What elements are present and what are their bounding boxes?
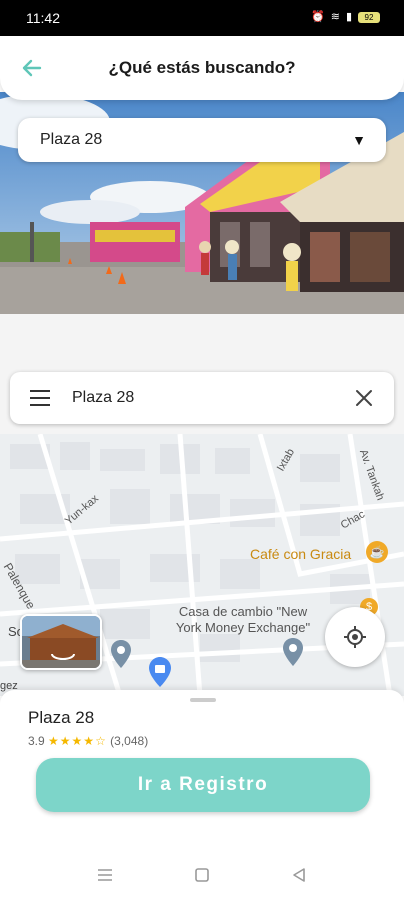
wifi-icon: ≋ [330,11,346,23]
status-time: 11:42 [26,10,60,26]
crosshair-icon [344,626,366,648]
go-to-registration-button[interactable]: Ir a Registro [36,758,370,812]
back-nav-icon[interactable] [290,866,308,884]
my-location-button[interactable] [325,607,385,667]
map-search-bar[interactable]: Plaza 28 [10,372,394,424]
rating-value: 3.9 [28,734,45,748]
status-icons: ⏰≋▮ 92 [311,10,380,23]
cta-area: Ir a Registro [0,750,404,850]
poi-label-cafe[interactable]: Café con Gracia [250,546,351,562]
place-info-sheet[interactable]: Plaza 28 3.9 ★★★★☆ (3,048) [0,690,404,750]
menu-icon[interactable] [28,388,52,408]
place-rating: 3.9 ★★★★☆ (3,048) [28,734,148,748]
street-view-thumbnail[interactable] [20,614,102,670]
cafe-icon[interactable]: ☕ [366,541,388,563]
app-header: ¿Qué estás buscando? [0,36,404,100]
place-name: Plaza 28 [28,708,95,727]
home-icon[interactable] [193,866,211,884]
rating-count: (3,048) [110,734,149,748]
system-nav-bar [0,850,404,900]
search-input[interactable]: Plaza 28 [72,389,134,407]
dropdown-caret-icon: ▼ [352,132,366,148]
page-title: ¿Qué estás buscando? [108,58,296,77]
signal-icon: ▮ [345,11,358,23]
map-pin-icon[interactable] [110,639,132,669]
poi-label-exchange[interactable]: Casa de cambio "New York Money Exchange" [163,604,323,636]
map-pin-icon[interactable] [282,637,304,667]
drag-handle[interactable] [190,698,216,702]
status-bar: 11:42 ⏰≋▮ 92 [0,0,404,36]
rating-stars-icon: ★★★★☆ [48,734,107,748]
place-dropdown[interactable]: Plaza 28 ▼ [18,118,386,162]
alarm-icon: ⏰ [311,11,331,23]
place-dropdown-value: Plaza 28 [40,131,103,148]
close-icon[interactable] [354,388,374,408]
shopping-pin-icon[interactable] [148,656,172,688]
recent-apps-icon[interactable] [96,866,114,884]
battery-icon: 92 [358,11,380,23]
